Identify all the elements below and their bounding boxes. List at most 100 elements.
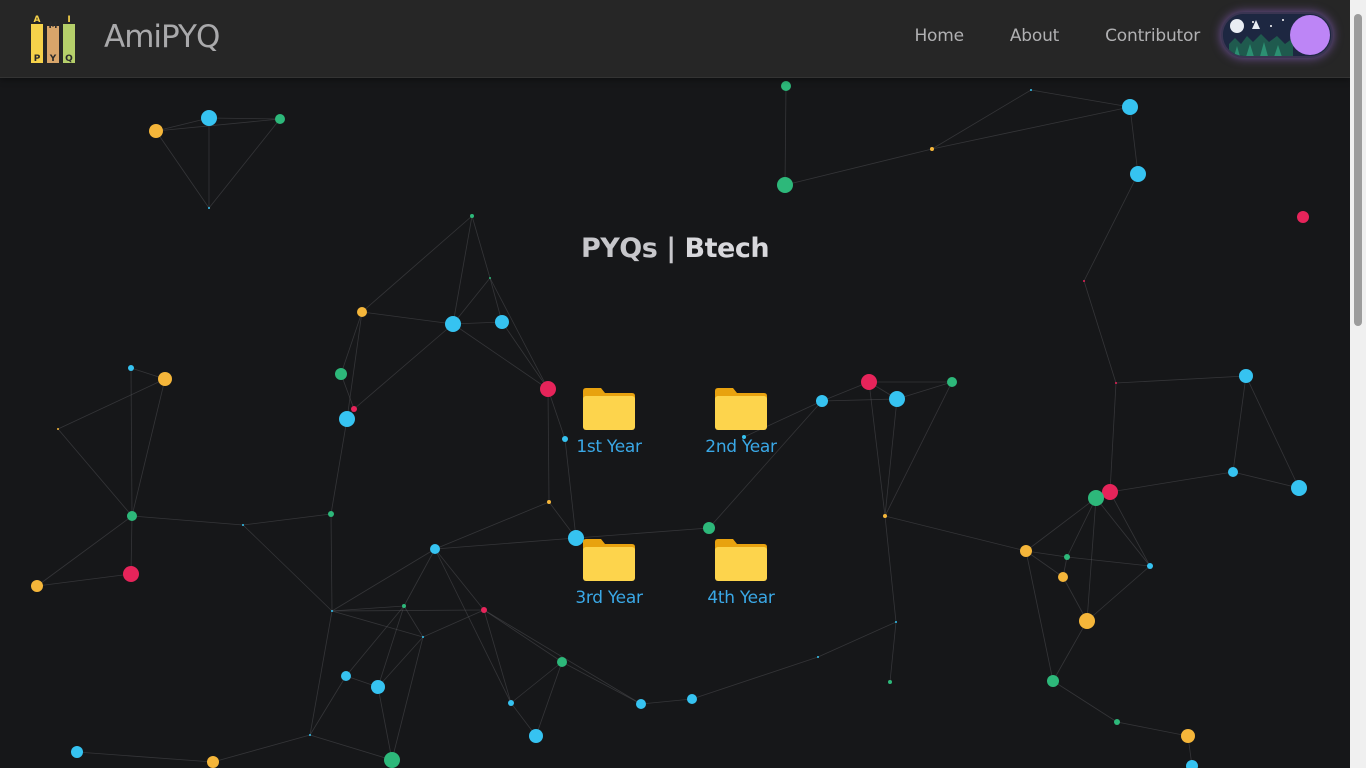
network-edge (208, 117, 281, 120)
network-node (816, 395, 828, 407)
network-edge (377, 686, 393, 761)
network-node (422, 636, 424, 638)
network-node (1088, 490, 1104, 506)
network-node (275, 114, 285, 124)
logo[interactable]: A M I P Y Q (30, 14, 76, 64)
network-edge (345, 605, 405, 677)
folder-label[interactable]: 4th Year (686, 588, 796, 608)
network-edge (561, 661, 642, 705)
nav-contributor-link[interactable]: Contributor (1105, 26, 1200, 46)
folder-4th-year[interactable]: 4th Year (686, 536, 796, 608)
network-edge (309, 734, 393, 761)
toggle-knob[interactable] (1290, 15, 1330, 55)
network-node (703, 522, 715, 534)
network-node (445, 316, 461, 332)
svg-text:P: P (34, 54, 41, 64)
network-edge (403, 548, 436, 607)
nav-home-link[interactable]: Home (914, 26, 964, 46)
network-node (149, 124, 163, 138)
network-node (1058, 572, 1068, 582)
network-edge (1025, 550, 1064, 578)
theme-toggle[interactable] (1221, 12, 1333, 58)
network-node (1047, 675, 1059, 687)
network-node (529, 729, 543, 743)
network-node (1297, 211, 1309, 223)
network-node (127, 511, 137, 521)
folder-3rd-year[interactable]: 3rd Year (554, 536, 664, 608)
folder-2nd-year[interactable]: 2nd Year (686, 385, 796, 457)
network-node (781, 81, 791, 91)
nav-about-link[interactable]: About (1010, 26, 1059, 46)
network-node (636, 699, 646, 709)
network-edge (1066, 556, 1151, 567)
network-node (335, 368, 347, 380)
network-edge (208, 118, 281, 209)
network-node (158, 372, 172, 386)
network-edge (361, 311, 454, 325)
network-node (930, 147, 934, 151)
network-edge (1109, 471, 1234, 493)
network-node (1115, 382, 1117, 384)
network-edge (510, 661, 563, 704)
network-edge (452, 277, 491, 325)
folder-label[interactable]: 1st Year (554, 437, 664, 457)
network-node (1181, 729, 1195, 743)
network-edge (1066, 497, 1097, 558)
network-edge (884, 515, 897, 623)
network-edge (784, 85, 787, 186)
page-scrollbar[interactable] (1350, 0, 1366, 768)
network-node (1030, 89, 1032, 91)
network-edge (1109, 491, 1151, 567)
network-edge (361, 215, 473, 313)
network-edge (57, 428, 133, 517)
network-edge (1095, 497, 1151, 567)
network-node (402, 604, 406, 608)
network-edge (889, 621, 897, 683)
page-title-separator: | (666, 233, 676, 264)
network-edge (691, 656, 819, 700)
network-edge (1052, 620, 1088, 682)
network-node (331, 610, 333, 612)
network-node (947, 377, 957, 387)
network-node (1147, 563, 1153, 569)
network-edge (434, 501, 550, 550)
brand-name[interactable]: AmiPYQ (104, 19, 220, 55)
network-edge (896, 381, 953, 400)
network-edge (1129, 106, 1139, 175)
network-node (341, 671, 351, 681)
network-edge (377, 605, 405, 688)
network-edge (1025, 550, 1068, 558)
network-node (123, 566, 139, 582)
page-title: PYQs | Btech (0, 233, 1350, 264)
network-edge (547, 388, 550, 503)
network-edge (489, 277, 549, 390)
folder-1st-year[interactable]: 1st Year (554, 385, 664, 457)
network-node (71, 746, 83, 758)
network-edge (57, 378, 166, 430)
network-edge (1232, 471, 1300, 489)
scrollbar-thumb[interactable] (1354, 14, 1362, 326)
network-edge (1115, 375, 1247, 384)
network-node (208, 207, 210, 209)
network-edge (640, 698, 693, 705)
network-edge (1245, 375, 1300, 489)
network-edge (212, 734, 311, 763)
network-edge (346, 311, 363, 420)
network-edge (1116, 721, 1189, 737)
folder-icon (715, 539, 767, 581)
network-node (242, 524, 244, 526)
network-edge (884, 398, 898, 517)
network-edge (821, 398, 898, 402)
network-edge (155, 118, 281, 132)
folder-label[interactable]: 2nd Year (686, 437, 796, 457)
network-node (1228, 467, 1238, 477)
network-edge (884, 515, 1027, 552)
svg-text:Y: Y (49, 54, 57, 64)
network-node (128, 365, 134, 371)
network-node (495, 315, 509, 329)
folder-label[interactable]: 3rd Year (554, 588, 664, 608)
network-edge (131, 515, 244, 526)
network-edge (434, 548, 485, 611)
network-node (777, 177, 793, 193)
network-node (1114, 719, 1120, 725)
